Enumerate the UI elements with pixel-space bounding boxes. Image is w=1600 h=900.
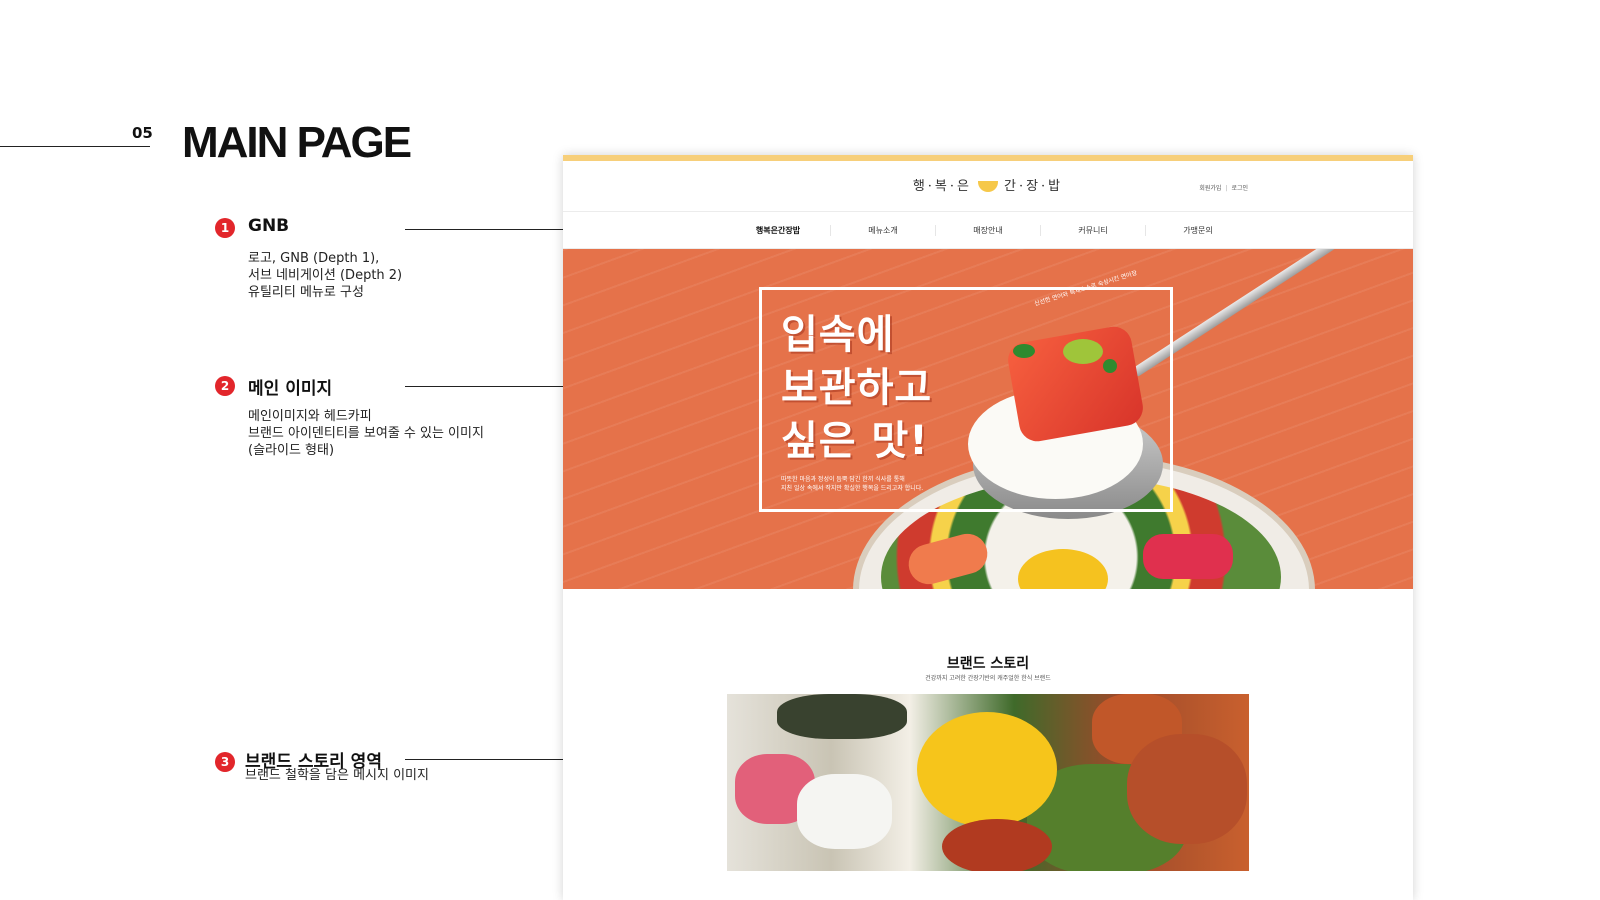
annotation-description: 브랜드 철학을 담은 메시지 이미지 [245, 767, 429, 784]
nav-item-franchise[interactable]: 가맹문의 [1146, 225, 1250, 236]
logo-text-left: 행·복·은 [912, 179, 972, 194]
nav-item-brand[interactable]: 행복은간장밥 [726, 224, 831, 236]
header-rule [0, 146, 150, 147]
annotation-heading: 메인 이미지 [248, 379, 333, 399]
annotation-badge: 2 [215, 376, 235, 396]
page-number: 05 [132, 124, 153, 142]
annotation-line: 브랜드 철학을 담은 메시지 이미지 [245, 768, 429, 783]
brand-story-image [727, 694, 1249, 871]
annotation-line: 로고, GNB (Depth 1), [248, 251, 380, 266]
login-link[interactable]: 로그인 [1231, 185, 1248, 192]
hero-headline-line: 입속에 [781, 312, 895, 358]
annotation-badge: 3 [215, 752, 235, 772]
pickled-ginger-image [1143, 534, 1233, 579]
onion-image [797, 774, 892, 849]
annotation-badge: 1 [215, 218, 235, 238]
join-link[interactable]: 회원가입 [1199, 185, 1221, 192]
bowl-icon [978, 181, 998, 192]
annotation-line: 서브 네비게이션 (Depth 2) [248, 268, 403, 283]
hero-subcopy-line: 지친 일상 속에서 작지만 확실한 행복을 드리고자 합니다. [781, 485, 924, 492]
logo-text-right: 간·장·밥 [1004, 179, 1064, 194]
annotation-heading: GNB [248, 216, 290, 236]
egg-yolk-image [917, 712, 1057, 827]
brand-story-subtitle: 건강까지 고려한 간장기반의 캐주얼한 한식 브랜드 [925, 675, 1051, 682]
hero-subcopy-line: 따뜻한 마음과 정성이 듬뿍 담긴 한끼 식사를 통해 [781, 476, 905, 483]
marinated-fish-image [1127, 734, 1247, 844]
brand-story-section: 브랜드 스토리 건강까지 고려한 간장기반의 캐주얼한 한식 브랜드 [563, 589, 1413, 899]
hero-headline-line: 보관하고 [781, 365, 933, 411]
site-header: 행·복·은 간·장·밥 회원가입 | 로그인 [563, 161, 1413, 212]
annotation-line: 유틸리티 메뉴로 구성 [248, 285, 364, 300]
hero-headline-line: 싶은 맛! [781, 418, 929, 464]
gnb: 행복은간장밥 메뉴소개 매장안내 커뮤니티 가맹문의 [563, 212, 1413, 249]
utility-separator: | [1225, 185, 1228, 192]
brand-story-title: 브랜드 스토리 [946, 656, 1030, 672]
site-logo[interactable]: 행·복·은 간·장·밥 [563, 175, 1413, 194]
nav-item-community[interactable]: 커뮤니티 [1041, 224, 1146, 236]
annotation-line: 브랜드 아이덴티티를 보여줄 수 있는 이미지 [248, 426, 484, 441]
chili-flakes-image [942, 819, 1052, 871]
annotation-description: 메인이미지와 헤드카피 브랜드 아이덴티티를 보여줄 수 있는 이미지 (슬라이… [248, 408, 484, 459]
website-mockup: 행·복·은 간·장·밥 회원가입 | 로그인 행복은간장밥 메뉴소개 매장안내 커뮤니… [563, 155, 1413, 900]
nav-item-menu[interactable]: 메뉴소개 [831, 224, 936, 236]
annotation-line: (슬라이드 형태) [248, 443, 335, 458]
hero-headline: 입속에 보관하고 싶은 맛! [781, 309, 932, 468]
utility-menu: 회원가입 | 로그인 [1199, 183, 1248, 192]
annotation-description: 로고, GNB (Depth 1), 서브 네비게이션 (Depth 2) 유틸… [248, 250, 402, 301]
page-title: MAIN PAGE [182, 118, 412, 167]
nav-item-stores[interactable]: 매장안내 [936, 224, 1041, 236]
annotation-line: 메인이미지와 헤드카피 [248, 409, 372, 424]
seaweed-image [777, 694, 907, 739]
hero-subcopy: 따뜻한 마음과 정성이 듬뿍 담긴 한끼 식사를 통해 지친 일상 속에서 작지… [781, 475, 923, 493]
hero-banner[interactable]: 입속에 보관하고 싶은 맛! 따뜻한 마음과 정성이 듬뿍 담긴 한끼 식사를 … [563, 249, 1413, 589]
